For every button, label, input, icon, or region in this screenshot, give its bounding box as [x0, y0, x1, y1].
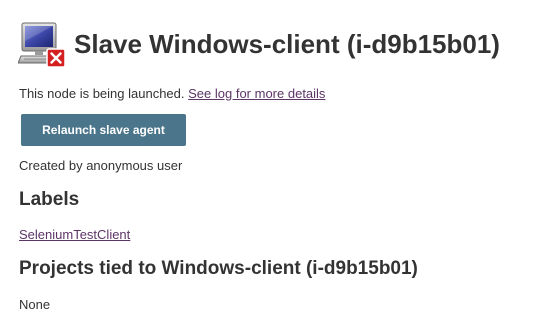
status-message: This node is being launched. See log for… — [19, 86, 325, 101]
projects-empty-text: None — [19, 297, 51, 312]
page-title: Slave Windows-client (i-d9b15b01) — [74, 28, 500, 59]
created-by-text: Created by anonymous user — [19, 158, 183, 173]
page-header: Slave Windows-client (i-d9b15b01) — [17, 18, 500, 70]
computer-offline-icon — [17, 19, 68, 69]
see-log-link[interactable]: See log for more details — [188, 86, 325, 101]
labels-heading: Labels — [19, 189, 80, 210]
relaunch-slave-agent-button[interactable]: Relaunch slave agent — [21, 114, 186, 146]
label-link-selenium-test-client[interactable]: SeleniumTestClient — [19, 227, 130, 242]
status-text: This node is being launched. — [19, 86, 185, 101]
projects-heading: Projects tied to Windows-client (i-d9b15… — [19, 258, 418, 279]
